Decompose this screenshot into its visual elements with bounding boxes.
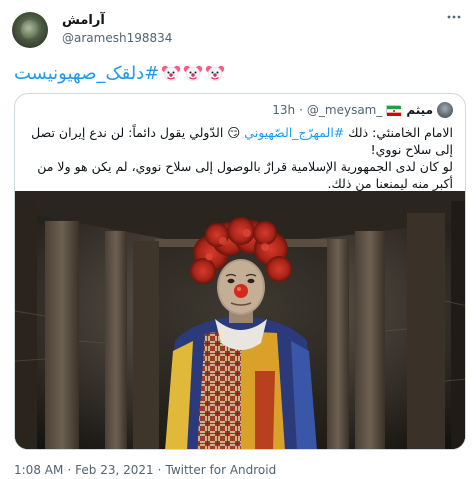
quoted-handle: @_meysam_: [306, 103, 383, 117]
quoted-time[interactable]: 13h: [272, 103, 295, 117]
quoted-tweet-header: 13h · @_meysam_ میثم: [272, 102, 453, 118]
hashtag-link[interactable]: #دلقک_صهیونیست: [14, 63, 159, 84]
separator-dot: ·: [157, 463, 162, 477]
quoted-display-name: میثم: [406, 103, 433, 117]
quoted-avatar: [437, 102, 453, 118]
tweet-time[interactable]: 1:08 AM: [14, 463, 63, 477]
quoted-tweet-text: الامام الخامنئي: ذلك #المهرّج_الصّهيوني …: [27, 124, 453, 192]
iran-flag-icon: [386, 105, 402, 116]
separator-dot: ·: [299, 103, 303, 117]
quoted-hashtag-link[interactable]: #المهرّج_الصّهيوني: [244, 125, 344, 140]
separator-dot: ·: [67, 463, 72, 477]
quoted-text-part: الامام الخامنئي: ذلك: [344, 125, 453, 140]
clown-face-icon: [183, 63, 203, 83]
tweet-footer: 1:08 AM · Feb 23, 2021 · Twitter for And…: [14, 463, 276, 477]
more-options-icon[interactable]: [446, 10, 462, 24]
clown-face-icon: [205, 63, 225, 83]
author-display-name[interactable]: آرامش: [62, 13, 105, 28]
tweet-source: Twitter for Android: [165, 463, 277, 477]
quoted-tweet[interactable]: 13h · @_meysam_ میثم الامام الخامنئي: ذل…: [14, 93, 466, 450]
tweet-text: #دلقک_صهیونیست: [14, 58, 225, 88]
quoted-line-1: الامام الخامنئي: ذلك #المهرّج_الصّهيوني …: [27, 124, 453, 158]
quoted-image-clown-photo[interactable]: [15, 191, 465, 449]
author-avatar[interactable]: [12, 12, 48, 48]
clown-face-icon: [161, 63, 181, 83]
tweet-date[interactable]: Feb 23, 2021: [75, 463, 154, 477]
author-handle[interactable]: @aramesh198834: [62, 31, 172, 45]
quoted-line-2: لو كان لدى الجمهورية الإسلامية قرارٌ بال…: [37, 159, 453, 191]
